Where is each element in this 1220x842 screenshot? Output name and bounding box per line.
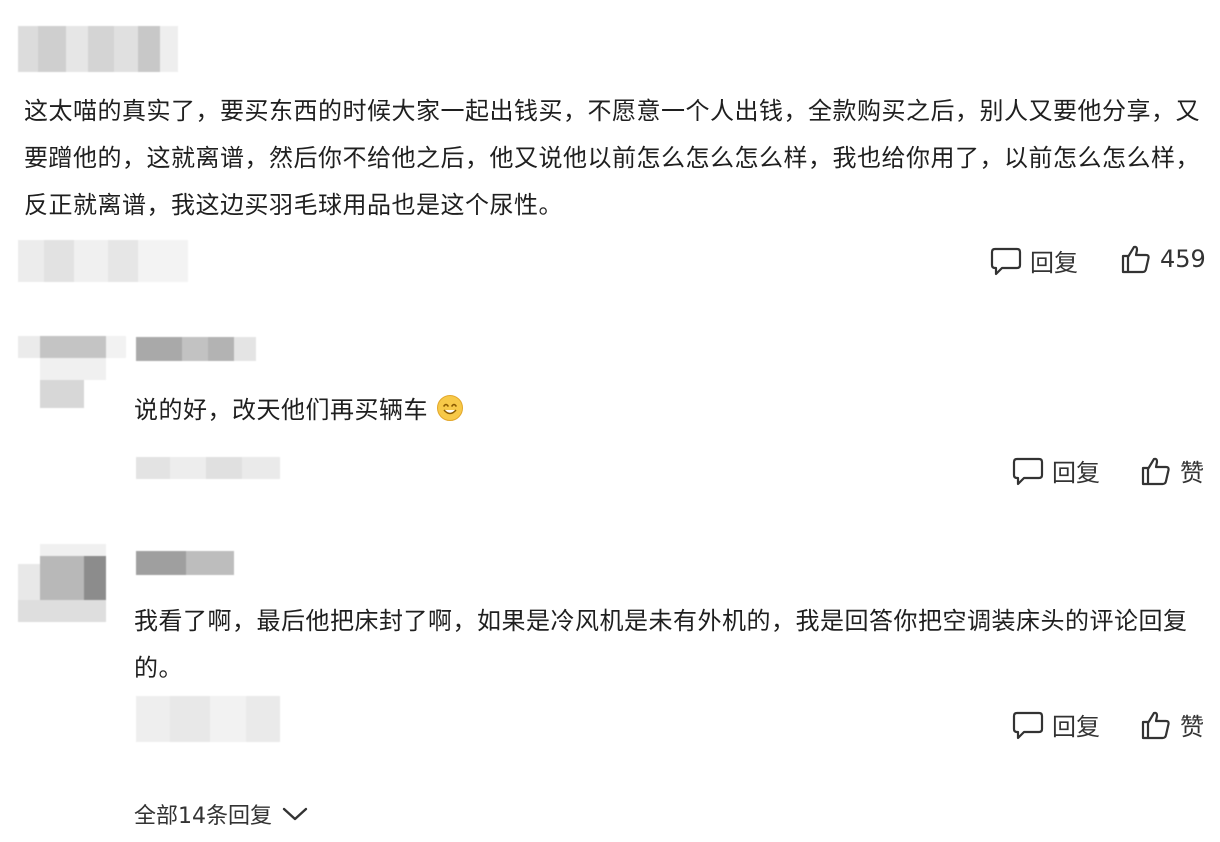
smiley-emoji <box>437 395 463 421</box>
comment-text-body: 说的好，改天他们再买辆车 <box>134 396 428 424</box>
thumbs-up-icon <box>1141 457 1170 485</box>
like-label: 赞 <box>1180 459 1204 487</box>
like-label: 赞 <box>1180 713 1204 741</box>
reply-button[interactable]: 回复 <box>1012 707 1100 742</box>
comment-text: 这太喵的真实了，要买东西的时候大家一起出钱买，不愿意一个人出钱，全款购买之后，别… <box>24 97 1200 219</box>
comment-bubble-icon <box>990 247 1022 275</box>
avatar <box>18 336 126 412</box>
chevron-down-icon <box>282 807 308 821</box>
comment-text: 我看了啊，最后他把床封了啊，如果是冷风机是未有外机的，我是回答你把空调装床头的评… <box>134 607 1188 682</box>
thumbs-up-icon <box>1121 245 1150 274</box>
reply-label: 回复 <box>1030 249 1078 277</box>
expand-replies-button[interactable]: 全部14条回复 <box>134 798 308 830</box>
expand-replies-label: 全部14条回复 <box>134 804 272 829</box>
reply-label: 回复 <box>1052 713 1100 741</box>
like-button[interactable]: 赞 <box>1140 707 1204 742</box>
thumbs-up-icon <box>1141 711 1170 739</box>
reply-button[interactable]: 回复 <box>990 243 1078 278</box>
comment-bubble-icon <box>1012 711 1044 739</box>
reply-button[interactable]: 回复 <box>1012 453 1100 488</box>
like-button[interactable]: 459 <box>1120 243 1206 275</box>
reply-label: 回复 <box>1052 459 1100 487</box>
like-button[interactable]: 赞 <box>1140 453 1204 488</box>
redacted-username <box>136 551 234 575</box>
avatar <box>18 544 116 624</box>
comment-bubble-icon <box>1012 457 1044 485</box>
redacted-meta <box>18 240 188 282</box>
comment-text: 说的好，改天他们再买辆车 <box>134 387 1194 434</box>
redacted-meta <box>136 457 280 479</box>
like-count: 459 <box>1160 245 1206 273</box>
redacted-username <box>18 26 178 72</box>
redacted-meta <box>136 696 280 742</box>
redacted-username <box>136 337 256 361</box>
